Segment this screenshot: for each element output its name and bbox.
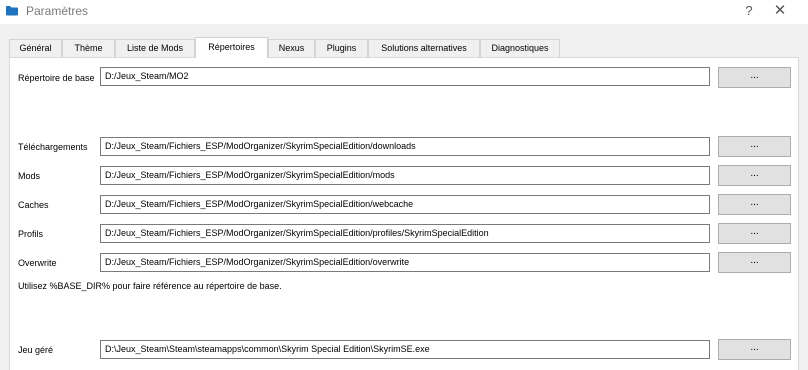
overwrite-input[interactable]: D:/Jeux_Steam/Fichiers_ESP/ModOrganizer/… bbox=[100, 253, 710, 272]
base-dir-label: Répertoire de base bbox=[18, 73, 95, 83]
tab-plugins[interactable]: Plugins bbox=[315, 39, 368, 57]
caches-browse-button[interactable]: ... bbox=[718, 194, 791, 215]
base-dir-browse-button[interactable]: ... bbox=[718, 67, 791, 88]
tab-theme[interactable]: Thème bbox=[62, 39, 115, 57]
caches-input[interactable]: D:/Jeux_Steam/Fichiers_ESP/ModOrganizer/… bbox=[100, 195, 710, 214]
managed-game-input[interactable]: D:\Jeux_Steam\Steam\steamapps\common\Sky… bbox=[100, 340, 710, 359]
caches-label: Caches bbox=[18, 200, 49, 210]
profiles-input[interactable]: D:/Jeux_Steam/Fichiers_ESP/ModOrganizer/… bbox=[100, 224, 710, 243]
tab-workarounds[interactable]: Solutions alternatives bbox=[368, 39, 480, 57]
folder-icon bbox=[6, 6, 18, 16]
downloads-label: Téléchargements bbox=[18, 142, 88, 152]
mods-input[interactable]: D:/Jeux_Steam/Fichiers_ESP/ModOrganizer/… bbox=[100, 166, 710, 185]
downloads-input[interactable]: D:/Jeux_Steam/Fichiers_ESP/ModOrganizer/… bbox=[100, 137, 710, 156]
tab-nexus[interactable]: Nexus bbox=[268, 39, 315, 57]
help-button[interactable]: ? bbox=[740, 2, 758, 20]
base-dir-input[interactable]: D:/Jeux_Steam/MO2 bbox=[100, 67, 710, 86]
title-bar: Paramètres ? ✕ bbox=[0, 0, 808, 24]
tab-general[interactable]: Général bbox=[9, 39, 62, 57]
mods-label: Mods bbox=[18, 171, 41, 181]
overwrite-browse-button[interactable]: ... bbox=[718, 252, 791, 273]
tab-mod-list[interactable]: Liste de Mods bbox=[115, 39, 195, 57]
window-title: Paramètres bbox=[26, 4, 89, 18]
tab-diagnostics[interactable]: Diagnostiques bbox=[480, 39, 560, 57]
managed-game-label: Jeu géré bbox=[18, 345, 54, 355]
profiles-label: Profils bbox=[18, 229, 44, 239]
overwrite-label: Overwrite bbox=[18, 258, 57, 268]
downloads-browse-button[interactable]: ... bbox=[718, 136, 791, 157]
managed-game-browse-button[interactable]: ... bbox=[718, 339, 791, 360]
close-button[interactable]: ✕ bbox=[768, 2, 792, 20]
tab-bar: Général Thème Liste de Mods Répertoires … bbox=[9, 37, 799, 58]
tab-directories[interactable]: Répertoires bbox=[195, 37, 268, 58]
base-dir-hint: Utilisez %BASE_DIR% pour faire référence… bbox=[18, 281, 282, 291]
mods-browse-button[interactable]: ... bbox=[718, 165, 791, 186]
profiles-browse-button[interactable]: ... bbox=[718, 223, 791, 244]
